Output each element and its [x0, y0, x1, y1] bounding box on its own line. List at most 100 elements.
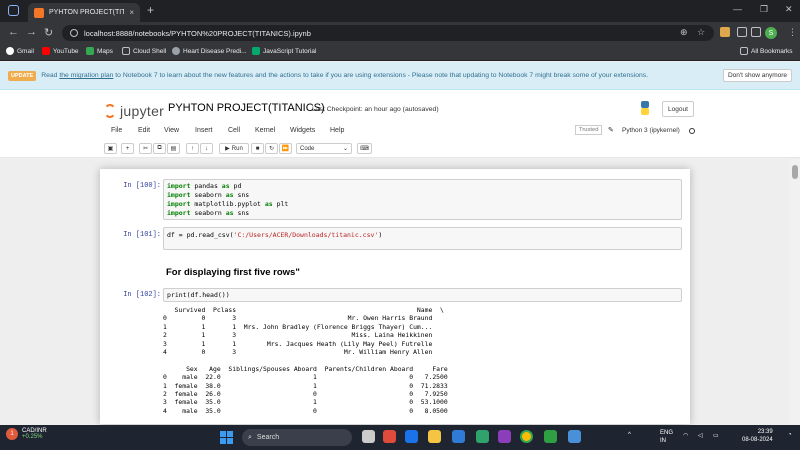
trusted-badge[interactable]: Trusted: [575, 125, 603, 135]
markdown-heading[interactable]: For displaying first five rows": [166, 267, 300, 278]
menu-file[interactable]: File: [111, 127, 122, 134]
notification-badge: 1: [6, 428, 18, 440]
chevron-down-icon: ⌄: [342, 146, 348, 152]
url-omnibox[interactable]: localhost:8888/notebooks/PYHTON%20PROJEC…: [62, 25, 714, 41]
new-tab-button[interactable]: +: [147, 3, 154, 17]
chrome-icon[interactable]: [520, 430, 533, 443]
reload-icon[interactable]: ↻: [44, 26, 53, 39]
code-line: import seaborn as sns: [167, 191, 250, 199]
file-explorer-icon[interactable]: [428, 430, 441, 443]
logout-button[interactable]: Logout: [662, 101, 694, 117]
notebook-title[interactable]: PYHTON PROJECT(TITANICS): [168, 102, 325, 114]
taskbar-clock[interactable]: 23:39 08-08-2024: [742, 428, 773, 444]
w3schools-icon: [252, 47, 260, 55]
menu-help[interactable]: Help: [330, 127, 344, 134]
notifications-icon[interactable]: ◔: [788, 432, 792, 438]
cell-prompt: In [101]:: [123, 231, 161, 239]
browser-tab[interactable]: PYHTON PROJECT(TITANICS) - ×: [28, 3, 140, 22]
cell-prompt: In [102]:: [123, 291, 161, 299]
app-icon[interactable]: [383, 430, 396, 443]
side-panel-icon[interactable]: [751, 27, 761, 37]
command-palette-icon[interactable]: ⌨: [357, 143, 372, 154]
app-icon[interactable]: [405, 430, 418, 443]
restart-run-all-icon[interactable]: ⏩: [279, 143, 292, 154]
profile-avatar[interactable]: S: [765, 27, 777, 39]
restart-icon[interactable]: ↻: [265, 143, 278, 154]
bookmark-youtube[interactable]: YouTube: [42, 47, 79, 55]
move-down-icon[interactable]: ↓: [200, 143, 213, 154]
youtube-icon: [42, 47, 50, 55]
forward-icon[interactable]: →: [26, 26, 37, 38]
menu-widgets[interactable]: Widgets: [290, 127, 315, 134]
ticker-widget[interactable]: 1 CAD/INR +0.25%: [6, 428, 47, 440]
insert-cell-icon[interactable]: +: [121, 143, 134, 154]
taskbar-search[interactable]: ⌕ Search: [242, 429, 352, 446]
notebook-toolbar: [0, 139, 800, 158]
migration-plan-link[interactable]: the migration plan: [59, 72, 113, 79]
app-icon[interactable]: [452, 430, 465, 443]
bookmark-cloud-shell[interactable]: Cloud Shell: [122, 47, 166, 55]
minimize-icon[interactable]: —: [733, 4, 742, 14]
site-info-icon[interactable]: [70, 29, 78, 37]
search-icon: ⌕: [248, 433, 252, 441]
bookmark-javascript-tutorial[interactable]: JavaScript Tutorial: [252, 47, 316, 55]
scrollbar-thumb[interactable]: [792, 165, 798, 179]
folder-icon: [740, 47, 748, 55]
save-icon[interactable]: ▣: [104, 143, 117, 154]
tab-close-icon[interactable]: ×: [129, 8, 134, 17]
maximize-icon[interactable]: ❐: [760, 4, 768, 15]
back-icon[interactable]: ←: [8, 26, 19, 38]
wifi-icon[interactable]: ◠: [683, 432, 688, 439]
code-cell-read-csv[interactable]: df = pd.read_csv('C:/Users/ACER/Download…: [163, 227, 682, 250]
update-badge: UPDATE: [8, 70, 37, 81]
ticker-change: +0.25%: [22, 434, 43, 440]
battery-icon[interactable]: ▭: [713, 432, 719, 439]
code-line: import matplotlib.pyplot as plt: [167, 200, 289, 208]
interrupt-icon[interactable]: ■: [251, 143, 264, 154]
menu-edit[interactable]: Edit: [138, 127, 150, 134]
windows-taskbar: [0, 425, 800, 450]
tab-search-icon[interactable]: [8, 5, 19, 16]
extensions-puzzle-icon[interactable]: [737, 27, 747, 37]
edit-pencil-icon[interactable]: ✎: [608, 126, 614, 134]
code-cell-print-head[interactable]: print(df.head()): [163, 288, 682, 302]
tray-chevron-icon[interactable]: ^: [628, 432, 631, 438]
jupyter-logo[interactable]: jupyter: [104, 103, 164, 119]
task-view-icon[interactable]: [362, 430, 375, 443]
bookmarks-bar: Gmail YouTube Maps Cloud Shell Heart Dis…: [0, 44, 800, 61]
app-icon[interactable]: [498, 430, 511, 443]
menu-view[interactable]: View: [164, 127, 179, 134]
volume-icon[interactable]: ◁: [698, 432, 703, 439]
code-cell-imports[interactable]: import pandas as pd import seaborn as sn…: [163, 179, 682, 220]
windows-start-icon[interactable]: [220, 431, 233, 444]
run-button[interactable]: ▶ Run: [219, 143, 249, 154]
bookmark-heart-disease[interactable]: Heart Disease Predi...: [172, 47, 247, 55]
cut-icon[interactable]: ✂: [139, 143, 152, 154]
menu-kernel[interactable]: Kernel: [255, 127, 275, 134]
bookmark-maps[interactable]: Maps: [86, 47, 113, 55]
language-indicator[interactable]: ENG IN: [660, 429, 673, 445]
code-line: import pandas as pd: [167, 182, 242, 190]
run-icon: ▶: [225, 146, 230, 152]
browser-menu-icon[interactable]: ⋮: [788, 27, 797, 38]
extension-icon[interactable]: [720, 27, 730, 37]
close-window-icon[interactable]: ✕: [785, 4, 793, 15]
move-up-icon[interactable]: ↑: [186, 143, 199, 154]
cell-type-select[interactable]: Code ⌄: [296, 143, 352, 154]
zoom-icon[interactable]: ⊕: [680, 27, 688, 38]
paste-icon[interactable]: ▤: [167, 143, 180, 154]
app-icon[interactable]: [544, 430, 557, 443]
bookmark-star-icon[interactable]: ☆: [697, 27, 705, 38]
cell-output: Survived Pclass Name \ 0 0 3 Mr. Owen Ha…: [163, 306, 448, 415]
checkpoint-status: Last Checkpoint: an hour ago (autosaved): [312, 106, 439, 113]
update-banner: UPDATE Read the migration plan to Notebo…: [0, 62, 800, 90]
app-icon[interactable]: [568, 430, 581, 443]
bookmark-gmail[interactable]: Gmail: [6, 47, 34, 55]
copy-icon[interactable]: ⧉: [153, 143, 166, 154]
menu-cell[interactable]: Cell: [228, 127, 240, 134]
page-scrollbar[interactable]: [790, 159, 800, 424]
menu-insert[interactable]: Insert: [195, 127, 213, 134]
app-icon[interactable]: [476, 430, 489, 443]
dont-show-anymore-button[interactable]: Don't show anymore: [722, 69, 792, 82]
all-bookmarks[interactable]: All Bookmarks: [740, 47, 793, 55]
